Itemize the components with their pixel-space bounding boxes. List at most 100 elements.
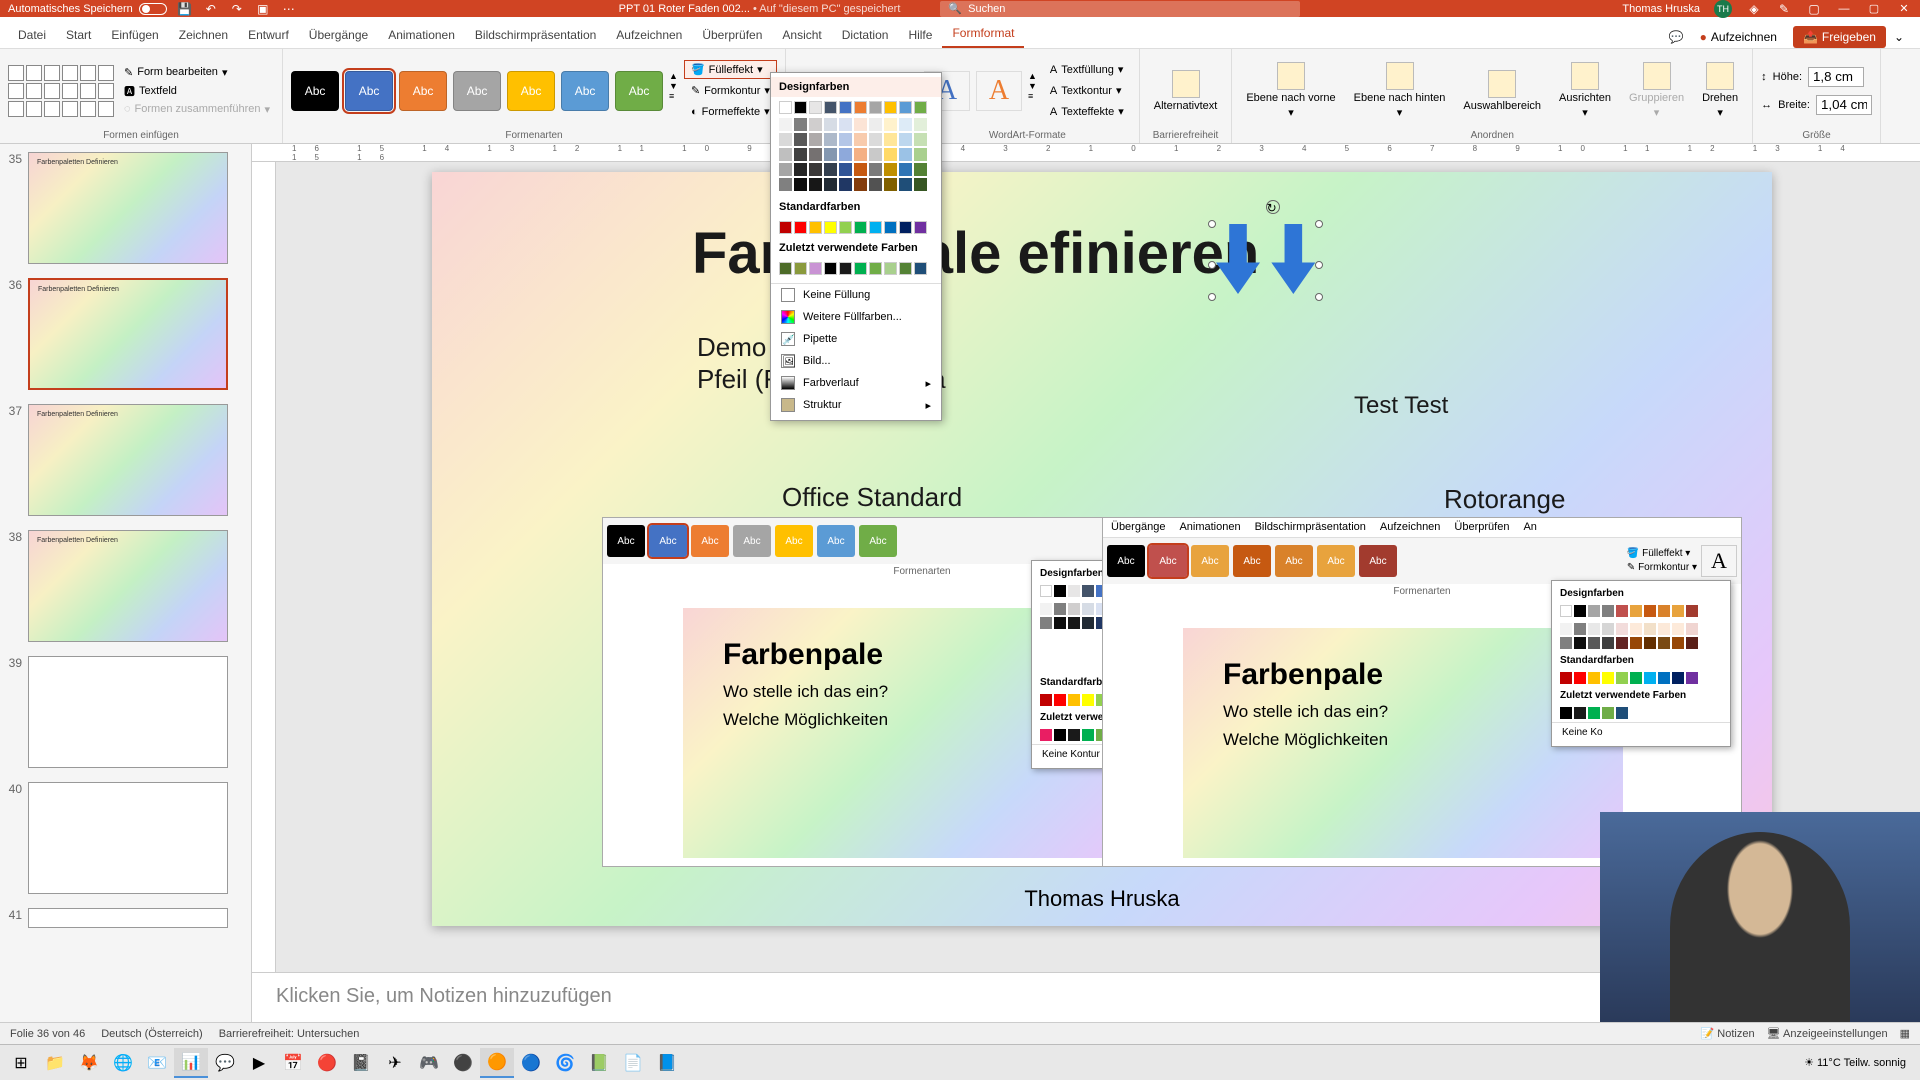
standard-colors-grid[interactable] [771,217,941,238]
thumbnail-37[interactable]: Farbenpaletten Definieren [28,404,228,516]
user-name[interactable]: Thomas Hruska [1622,3,1700,15]
slide-counter[interactable]: Folie 36 von 46 [10,1028,85,1040]
arrow-shape-1[interactable] [1216,224,1260,294]
group-button[interactable]: Gruppieren ▾ [1623,60,1690,121]
slide-canvas[interactable]: Farbenpale efinieren Demo Pfeil (Füllung… [432,172,1772,926]
more-colors-item[interactable]: Weitere Füllfarben... [771,306,941,328]
weather-widget[interactable]: ☀ 11°C Teilw. sonnig [1804,1056,1906,1069]
outline-button[interactable]: ✎ Formkontur ▾ [684,81,777,100]
author-name[interactable]: Thomas Hruska [1024,886,1179,912]
onenote-icon[interactable]: 📓 [344,1048,378,1078]
app-icon-5[interactable]: 🟠 [480,1048,514,1078]
chrome-icon[interactable]: 🌐 [106,1048,140,1078]
search-box[interactable]: 🔍 Suchen [940,1,1300,17]
style-black[interactable]: Abc [291,71,339,111]
powerpoint-icon[interactable]: 📊 [174,1048,208,1078]
thumbnail-39[interactable] [28,656,228,768]
view-normal-icon[interactable]: ▦ [1900,1027,1910,1040]
tab-uebergaenge[interactable]: Übergänge [299,22,378,48]
telegram-icon[interactable]: ✈ [378,1048,412,1078]
autosave-toggle[interactable]: Automatisches Speichern [8,3,167,15]
fill-button[interactable]: 🪣 Fülleffekt ▾ [684,60,777,79]
firefox-icon[interactable]: 🦊 [72,1048,106,1078]
thumbnail-40[interactable] [28,782,228,894]
file-explorer-icon[interactable]: 📁 [38,1048,72,1078]
style-orange[interactable]: Abc [399,71,447,111]
obs-icon[interactable]: ⚫ [446,1048,480,1078]
theme-tints-grid[interactable] [771,118,941,197]
style-blue[interactable]: Abc [345,71,393,111]
undo-icon[interactable]: ↶ [203,1,219,17]
style-green[interactable]: Abc [615,71,663,111]
pen-icon[interactable]: ✎ [1776,1,1792,17]
wordart-style-2[interactable]: A [976,71,1022,111]
more-icon[interactable]: ⋯ [281,1,297,17]
user-avatar[interactable]: TH [1714,0,1732,18]
text-outline-button[interactable]: A Textkontur ▾ [1043,81,1131,100]
app-icon-7[interactable]: 📄 [616,1048,650,1078]
tab-hilfe[interactable]: Hilfe [898,22,942,48]
send-backward-button[interactable]: Ebene nach hinten ▾ [1348,60,1452,121]
selected-arrows[interactable]: ↻ [1212,224,1319,297]
shapes-gallery[interactable] [8,65,114,117]
tab-dictation[interactable]: Dictation [832,22,899,48]
tab-einfuegen[interactable]: Einfügen [101,22,168,48]
thumbnail-41[interactable] [28,908,228,928]
tab-animationen[interactable]: Animationen [378,22,465,48]
app-icon-3[interactable]: 🔴 [310,1048,344,1078]
merge-shapes-button[interactable]: ◌ Formen zusammenführen ▾ [120,102,274,117]
record-button[interactable]: ●Aufzeichnen [1692,26,1785,48]
bring-forward-button[interactable]: Ebene nach vorne ▾ [1240,60,1341,121]
tab-praesentation[interactable]: Bildschirmpräsentation [465,22,606,48]
window-icon[interactable]: ▢ [1806,1,1822,17]
collapse-ribbon-icon[interactable]: ⌄ [1894,30,1904,44]
tab-start[interactable]: Start [56,22,101,48]
no-fill-item[interactable]: Keine Füllung [771,284,941,306]
height-input[interactable] [1808,67,1864,87]
tab-aufzeichnen[interactable]: Aufzeichnen [606,22,692,48]
thumbnail-36[interactable]: Farbenpaletten Definieren [28,278,228,390]
slide-text-demo[interactable]: Demo [697,332,766,363]
notes-toggle[interactable]: 📝 Notizen [1701,1027,1755,1040]
thumbnail-38[interactable]: Farbenpaletten Definieren [28,530,228,642]
wordart-scrollbar[interactable]: ▲▼≡ [1028,71,1037,111]
comments-icon[interactable]: 💬 [1669,30,1684,44]
tab-ueberpruefen[interactable]: Überprüfen [692,22,772,48]
texture-item[interactable]: Struktur▸ [771,394,941,416]
tab-formformat[interactable]: Formformat [942,20,1024,48]
present-icon[interactable]: ▣ [255,1,271,17]
maximize-icon[interactable]: ▢ [1866,1,1882,17]
slide-text-office[interactable]: Office Standard [782,482,962,513]
tab-zeichnen[interactable]: Zeichnen [169,22,238,48]
alt-text-button[interactable]: Alternativtext [1148,68,1224,114]
thumbnail-35[interactable]: Farbenpaletten Definieren [28,152,228,264]
text-effects-button[interactable]: A Texteffekte ▾ [1043,102,1131,121]
tab-entwurf[interactable]: Entwurf [238,22,299,48]
close-icon[interactable]: ✕ [1896,1,1912,17]
edit-shape-button[interactable]: ✎ Form bearbeiten ▾ [120,65,274,80]
text-fill-button[interactable]: A Textfüllung ▾ [1043,60,1131,79]
display-settings[interactable]: 🖥 Anzeigeeinstellungen [1767,1027,1888,1040]
tab-ansicht[interactable]: Ansicht [772,22,831,48]
app-icon-4[interactable]: 🎮 [412,1048,446,1078]
style-gray[interactable]: Abc [453,71,501,111]
app-icon[interactable]: 💬 [208,1048,242,1078]
gradient-item[interactable]: Farbverlauf▸ [771,372,941,394]
language-indicator[interactable]: Deutsch (Österreich) [101,1028,202,1040]
rotate-handle-icon[interactable]: ↻ [1266,200,1280,214]
eyedropper-item[interactable]: 💉Pipette [771,328,941,350]
document-name[interactable]: PPT 01 Roter Faden 002... [619,3,750,15]
redo-icon[interactable]: ↷ [229,1,245,17]
accessibility-check[interactable]: Barrierefreiheit: Untersuchen [219,1028,360,1040]
word-icon[interactable]: 📘 [650,1048,684,1078]
style-lightblue[interactable]: Abc [561,71,609,111]
slide-text-test[interactable]: Test Test [1354,392,1448,420]
textbox-button[interactable]: 🅰 Textfeld [120,82,274,100]
app-icon-2[interactable]: 📅 [276,1048,310,1078]
rotate-button[interactable]: Drehen ▾ [1696,60,1744,121]
theme-colors-grid[interactable] [771,97,941,118]
selection-pane-button[interactable]: Auswahlbereich [1457,68,1547,114]
recent-colors-grid[interactable] [771,258,941,279]
minimize-icon[interactable]: — [1836,1,1852,17]
diamond-icon[interactable]: ◈ [1746,1,1762,17]
